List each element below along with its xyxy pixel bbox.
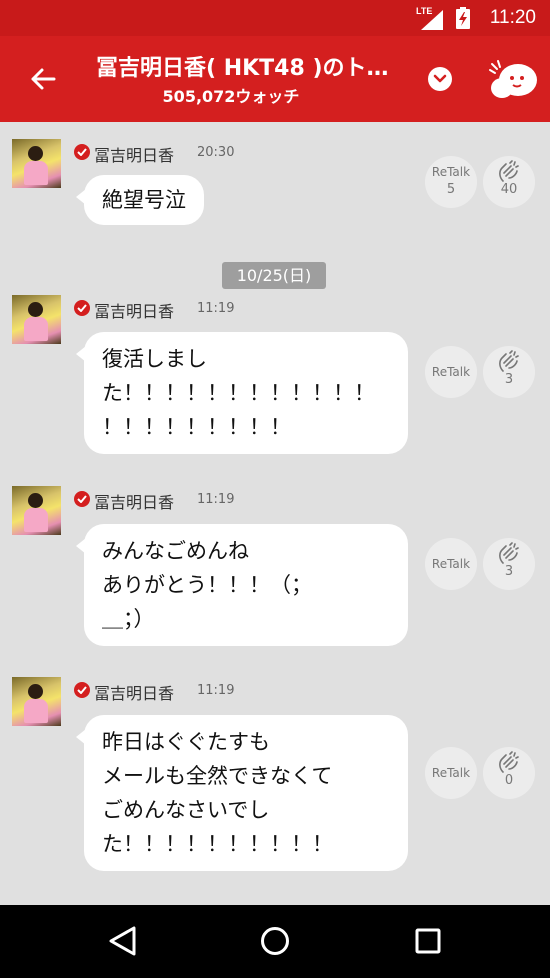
sender-name: 冨吉明日香: [94, 684, 175, 703]
sender-name: 冨吉明日香: [94, 302, 175, 321]
app-bar: 冨吉明日香( HKT48 )のトーク 505,072ウォッチ: [0, 36, 550, 122]
recents-square-icon[interactable]: [415, 928, 441, 954]
clap-count: 40: [500, 182, 518, 197]
sender-name: 冨吉明日香: [94, 146, 175, 165]
message-line: た！！！！！！！！！！: [102, 832, 333, 856]
avatar[interactable]: [12, 295, 61, 344]
clap-icon: [499, 160, 519, 182]
retalk-button[interactable]: ReTalk: [425, 538, 477, 590]
system-nav-bar: [0, 905, 550, 978]
date-separator: 10/25(日): [222, 262, 326, 289]
message-time: 11:19: [197, 492, 235, 507]
watch-count: 505,072ウォッチ: [162, 87, 300, 106]
message-bubble[interactable]: 昨日はぐぐたすも メールも全然できなくて ごめんなさいでし た！！！！！！！！！…: [76, 715, 408, 871]
retalk-label: ReTalk: [431, 766, 471, 780]
retalk-button[interactable]: ReTalk: [425, 346, 477, 398]
home-circle-icon[interactable]: [260, 926, 290, 956]
clap-button[interactable]: 40: [483, 156, 535, 208]
avatar[interactable]: [12, 677, 61, 726]
clap-button[interactable]: 0: [483, 747, 535, 799]
retalk-button[interactable]: ReTalk: [425, 747, 477, 799]
dropdown-button[interactable]: [428, 67, 452, 91]
clap-count: 0: [504, 773, 514, 788]
message-line: みんなごめんね: [102, 539, 249, 563]
chevron-down-icon: [433, 74, 447, 83]
clap-icon: [499, 350, 519, 372]
arrow-left-icon[interactable]: [26, 62, 60, 96]
retalk-count: 5: [446, 182, 456, 197]
clap-icon: [499, 542, 519, 564]
message-bubble[interactable]: 復活しまし た！！！！！！！！！！！！ ！！！！！！！！！: [76, 332, 408, 454]
message-line: 絶望号泣: [102, 188, 186, 212]
message-line: た！！！！！！！！！！！！: [102, 381, 375, 405]
retalk-label: ReTalk: [431, 557, 471, 571]
signal-icon: [421, 10, 443, 30]
clap-count: 3: [504, 564, 514, 579]
chat-timeline[interactable]: 冨吉明日香 20:30 絶望号泣 ReTalk 5 40 10/25(日) 冨吉…: [0, 122, 550, 905]
clap-button[interactable]: 3: [483, 346, 535, 398]
message-line: ！！！！！！！！！: [102, 415, 291, 439]
message-bubble[interactable]: みんなごめんね ありがとう！！！（； ＿；）: [76, 524, 408, 646]
message-line: 復活しまし: [102, 347, 207, 371]
verified-icon: [74, 682, 90, 698]
message-line: 昨日はぐぐたすも: [102, 730, 270, 754]
retalk-button[interactable]: ReTalk 5: [425, 156, 477, 208]
message-time: 11:19: [197, 683, 235, 698]
message-line: メールも全然できなくて: [102, 764, 333, 788]
retalk-label: ReTalk: [431, 365, 471, 379]
status-bar: LTE 11:20: [0, 0, 550, 36]
sender-name: 冨吉明日香: [94, 493, 175, 512]
battery-charging-icon: [456, 7, 470, 29]
message-time: 20:30: [197, 145, 235, 160]
message-time: 11:19: [197, 301, 235, 316]
clock: 11:20: [489, 7, 536, 28]
message-bubble[interactable]: 絶望号泣: [76, 175, 204, 225]
retalk-label: ReTalk: [431, 165, 471, 179]
verified-icon: [74, 144, 90, 160]
message-line: ありがとう！！！（；: [102, 573, 312, 597]
page-title: 冨吉明日香( HKT48 )のトーク: [96, 56, 406, 81]
avatar[interactable]: [12, 486, 61, 535]
message-line: ごめんなさいでし: [102, 798, 270, 822]
verified-icon: [74, 300, 90, 316]
mascot-icon[interactable]: [488, 58, 540, 102]
back-triangle-icon[interactable]: [108, 925, 138, 957]
clap-button[interactable]: 3: [483, 538, 535, 590]
clap-count: 3: [504, 372, 514, 387]
verified-icon: [74, 491, 90, 507]
message-line: ＿；）: [102, 607, 155, 631]
avatar[interactable]: [12, 139, 61, 188]
clap-icon: [499, 751, 519, 773]
